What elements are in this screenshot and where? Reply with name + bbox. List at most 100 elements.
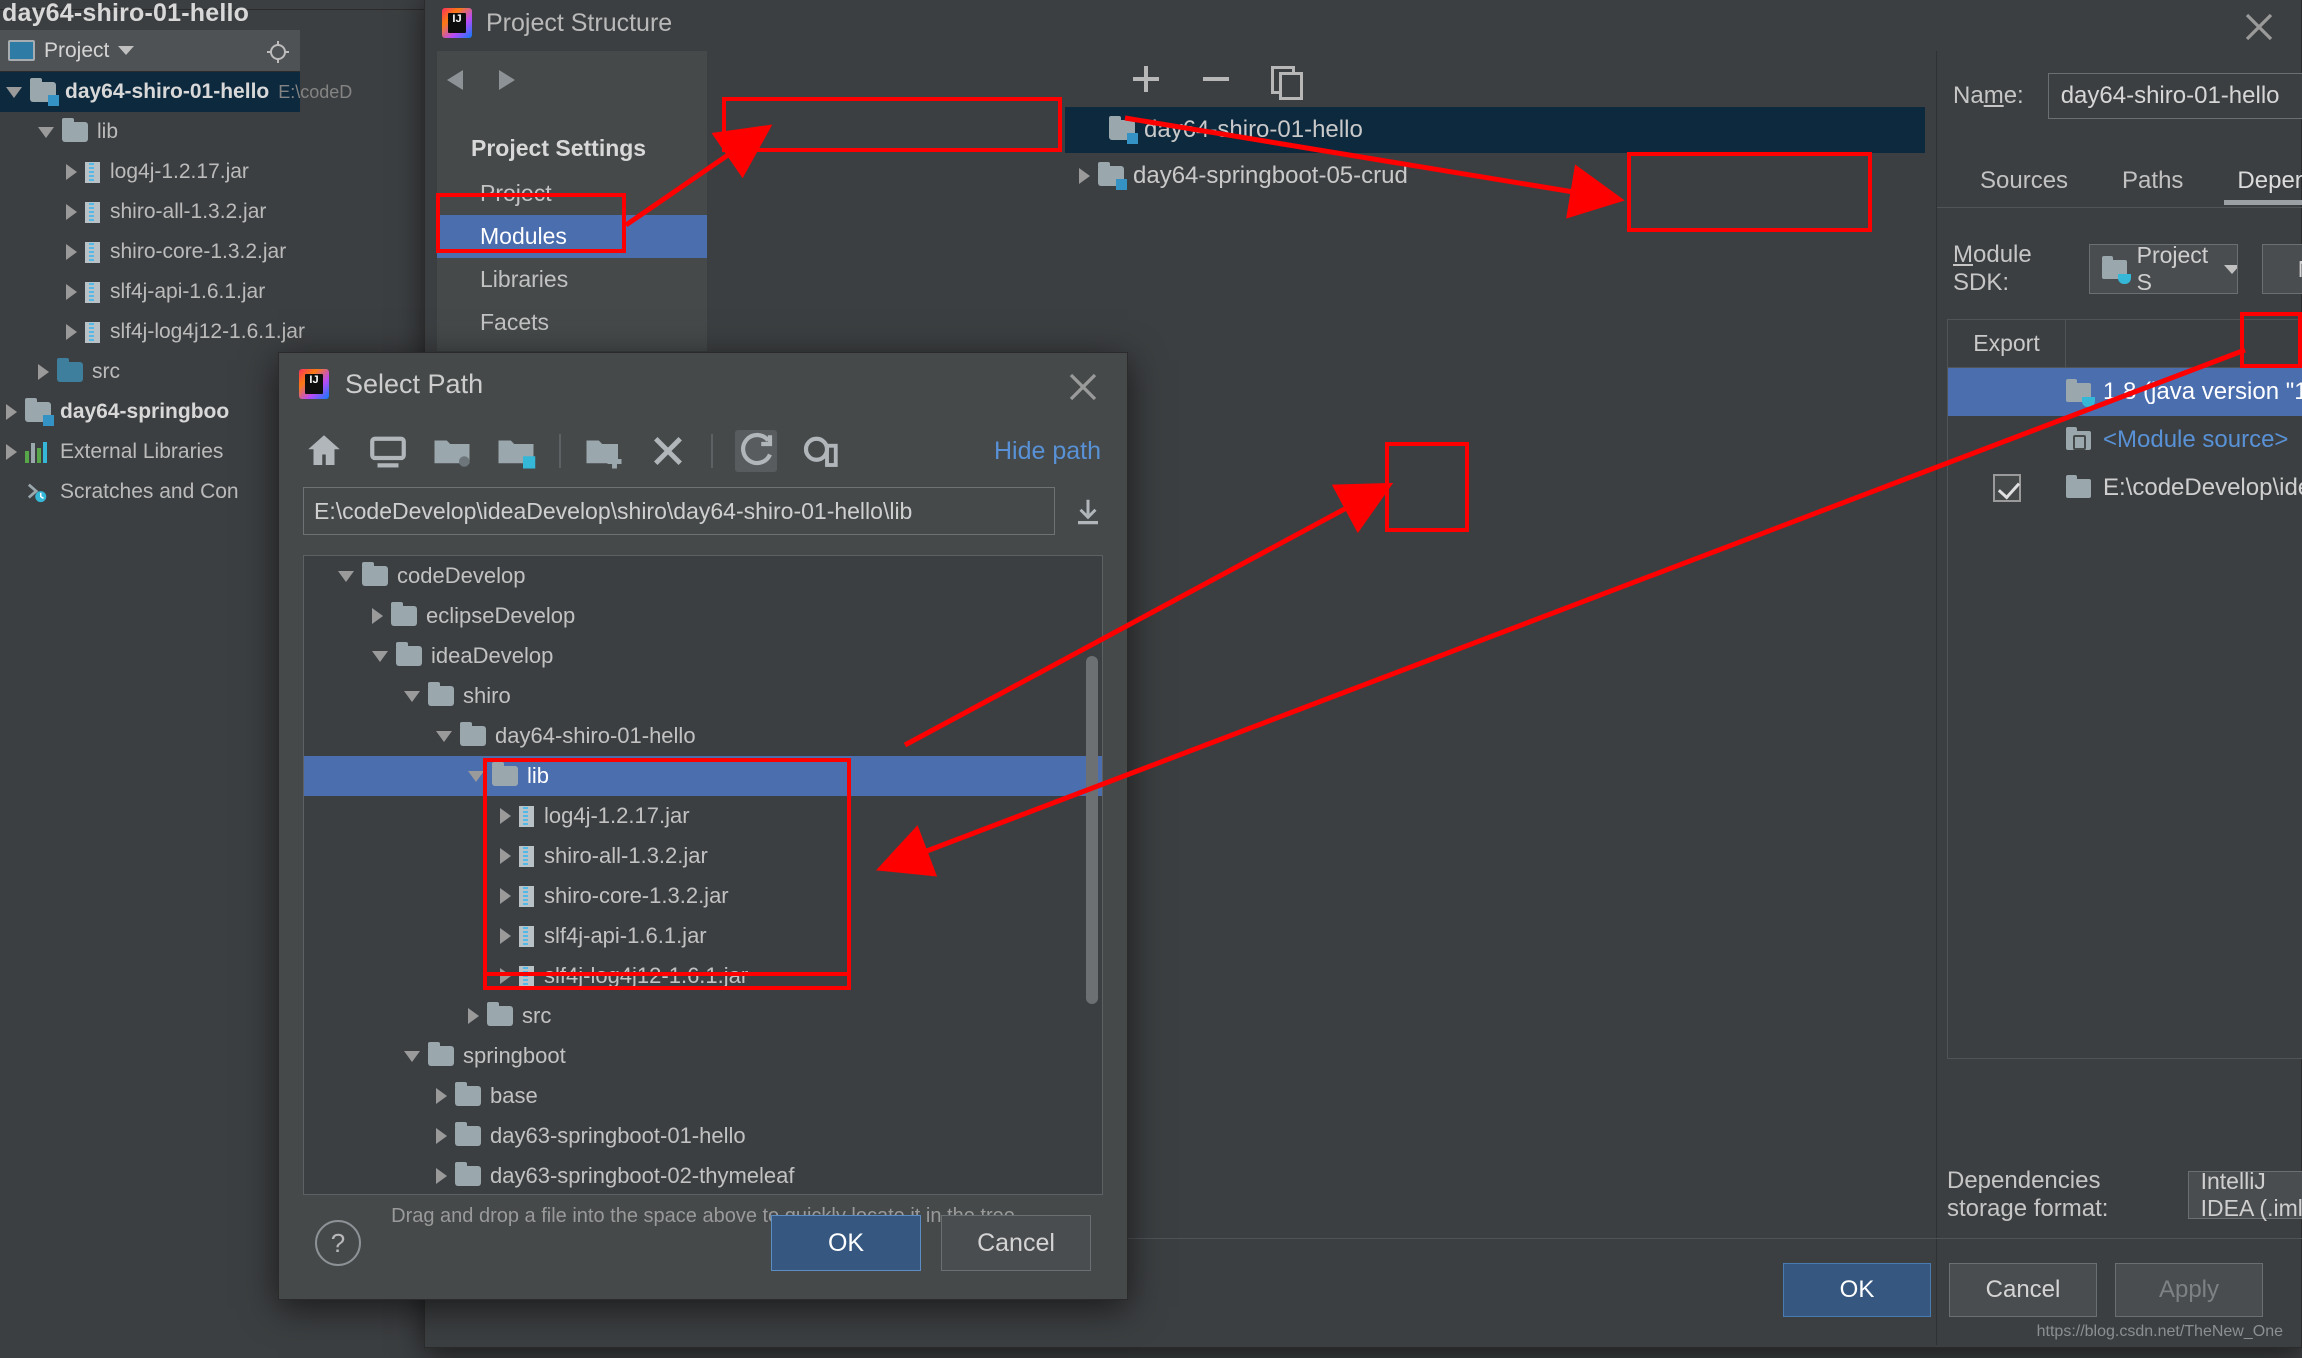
project-tool-window-header[interactable]: Project	[0, 30, 300, 72]
export-cell[interactable]	[1948, 474, 2066, 502]
tree-row-lib[interactable]: lib	[304, 756, 1102, 796]
tree-row[interactable]: slf4j-api-1.6.1.jar	[0, 272, 300, 312]
tree-row[interactable]: Scratches and Con	[0, 472, 300, 512]
desktop-icon[interactable]	[367, 430, 409, 472]
chevron-right-icon[interactable]	[66, 244, 77, 260]
hide-path-link[interactable]: Hide path	[994, 437, 1101, 466]
close-icon[interactable]	[1065, 369, 1101, 405]
chevron-right-icon[interactable]	[436, 1128, 447, 1144]
tree-row[interactable]: shiro-all-1.3.2.jar	[304, 836, 1102, 876]
module-folder-icon[interactable]	[495, 430, 537, 472]
tree-row[interactable]: log4j-1.2.17.jar	[304, 796, 1102, 836]
chevron-down-icon[interactable]	[338, 571, 354, 582]
sidebar-item-libraries[interactable]: Libraries	[437, 258, 707, 301]
locate-file-icon[interactable]	[266, 40, 290, 64]
tree-row[interactable]: springboot	[304, 1036, 1102, 1076]
chevron-down-icon[interactable]	[2224, 265, 2238, 274]
chevron-right-icon[interactable]	[468, 1008, 479, 1024]
close-icon[interactable]	[2241, 9, 2277, 45]
tree-scrollbar[interactable]	[1086, 656, 1098, 1004]
tree-row[interactable]: shiro-core-1.3.2.jar	[304, 876, 1102, 916]
chevron-down-icon[interactable]	[118, 46, 134, 55]
new-sdk-button[interactable]: New...	[2262, 244, 2302, 294]
chevron-right-icon[interactable]	[500, 968, 511, 984]
chevron-right-icon[interactable]	[372, 608, 383, 624]
chevron-down-icon[interactable]	[468, 771, 484, 782]
tree-row[interactable]: shiro	[304, 676, 1102, 716]
project-tree[interactable]: day64-shiro-01-hello E:\codeD lib log4j-…	[0, 72, 300, 512]
tree-row[interactable]: slf4j-log4j12-1.6.1.jar	[304, 956, 1102, 996]
help-button[interactable]: ?	[315, 1220, 361, 1266]
chevron-down-icon[interactable]	[38, 127, 54, 138]
tab-paths[interactable]: Paths	[2095, 155, 2210, 207]
tree-row[interactable]: day63-springboot-01-hello	[304, 1116, 1102, 1156]
remove-module-button[interactable]	[1199, 62, 1233, 96]
chevron-right-icon[interactable]	[500, 848, 511, 864]
new-folder-icon[interactable]	[583, 430, 625, 472]
path-input[interactable]: E:\codeDevelop\ideaDevelop\shiro\day64-s…	[303, 487, 1055, 535]
table-row[interactable]: 1.8 (java version "1.8.0_152")	[1948, 368, 2302, 416]
delete-icon[interactable]	[647, 430, 689, 472]
column-header-export[interactable]: Export	[1948, 320, 2066, 367]
tree-row[interactable]: day64-shiro-01-hello	[304, 716, 1102, 756]
chevron-right-icon[interactable]	[66, 164, 77, 180]
sidebar-item-project[interactable]: Project	[437, 172, 707, 215]
tree-row[interactable]: day63-springboot-02-thymeleaf	[304, 1156, 1102, 1195]
home-icon[interactable]	[303, 430, 345, 472]
chevron-right-icon[interactable]	[66, 284, 77, 300]
chevron-right-icon[interactable]	[500, 808, 511, 824]
chevron-down-icon[interactable]	[404, 1051, 420, 1062]
chevron-right-icon[interactable]	[436, 1088, 447, 1104]
back-arrow-icon[interactable]	[447, 70, 463, 90]
module-sdk-dropdown[interactable]: Project S	[2089, 244, 2238, 294]
tree-row[interactable]: lib	[0, 112, 300, 152]
tree-row[interactable]: shiro-core-1.3.2.jar	[0, 232, 300, 272]
chevron-right-icon[interactable]	[500, 928, 511, 944]
sidebar-item-modules[interactable]: Modules	[437, 215, 707, 258]
export-checkbox[interactable]	[1993, 474, 2021, 502]
chevron-down-icon[interactable]	[404, 691, 420, 702]
open-path-history-icon[interactable]	[1073, 493, 1103, 529]
refresh-icon[interactable]	[735, 430, 777, 472]
file-system-tree[interactable]: codeDevelop eclipseDevelop ideaDevelop s…	[303, 555, 1103, 1195]
tree-row[interactable]: day64-shiro-01-hello E:\codeD	[0, 72, 300, 112]
add-module-button[interactable]	[1129, 62, 1163, 96]
module-list-item-shiro[interactable]: day64-shiro-01-hello	[1065, 107, 1925, 153]
chevron-right-icon[interactable]	[66, 204, 77, 220]
chevron-right-icon[interactable]	[436, 1168, 447, 1184]
tree-row[interactable]: codeDevelop	[304, 556, 1102, 596]
chevron-right-icon[interactable]	[38, 364, 49, 380]
tab-dependencies[interactable]: Dependencies	[2210, 155, 2302, 207]
tree-row[interactable]: slf4j-api-1.6.1.jar	[304, 916, 1102, 956]
tab-sources[interactable]: Sources	[1953, 155, 2095, 207]
tree-row[interactable]: ideaDevelop	[304, 636, 1102, 676]
show-hidden-icon[interactable]	[799, 430, 841, 472]
chevron-right-icon[interactable]	[66, 324, 77, 340]
tree-row[interactable]: slf4j-log4j12-1.6.1.jar	[0, 312, 300, 352]
tree-row[interactable]: day64-springboo	[0, 392, 300, 432]
tree-row[interactable]: src	[304, 996, 1102, 1036]
sidebar-item-facets[interactable]: Facets	[437, 301, 707, 344]
tree-row[interactable]: src	[0, 352, 300, 392]
chevron-down-icon[interactable]	[372, 651, 388, 662]
chevron-down-icon[interactable]	[6, 87, 22, 98]
table-row[interactable]: <Module source>	[1948, 416, 2302, 464]
module-list-item-springboot[interactable]: day64-springboot-05-crud	[1065, 153, 1925, 199]
copy-module-button[interactable]	[1269, 62, 1303, 96]
tree-row[interactable]: eclipseDevelop	[304, 596, 1102, 636]
tree-row[interactable]: base	[304, 1076, 1102, 1116]
modules-list[interactable]: day64-shiro-01-hello day64-springboot-05…	[1065, 107, 1925, 199]
select-path-ok-button[interactable]: OK	[771, 1215, 921, 1271]
cancel-button[interactable]: Cancel	[1949, 1263, 2097, 1317]
tree-row[interactable]: External Libraries	[0, 432, 300, 472]
forward-arrow-icon[interactable]	[499, 70, 515, 90]
chevron-right-icon[interactable]	[500, 888, 511, 904]
dependencies-storage-dropdown[interactable]: IntelliJ IDEA (.iml)	[2188, 1171, 2302, 1219]
module-name-input[interactable]: day64-shiro-01-hello	[2048, 73, 2302, 119]
chevron-right-icon[interactable]	[6, 444, 17, 460]
chevron-right-icon[interactable]	[1079, 168, 1090, 184]
tree-row[interactable]: log4j-1.2.17.jar	[0, 152, 300, 192]
chevron-down-icon[interactable]	[436, 731, 452, 742]
table-row[interactable]: E:\codeDevelop\ideaDevelop\shiro\day64-s…	[1948, 464, 2302, 512]
column-header-name[interactable]	[2066, 320, 2302, 367]
